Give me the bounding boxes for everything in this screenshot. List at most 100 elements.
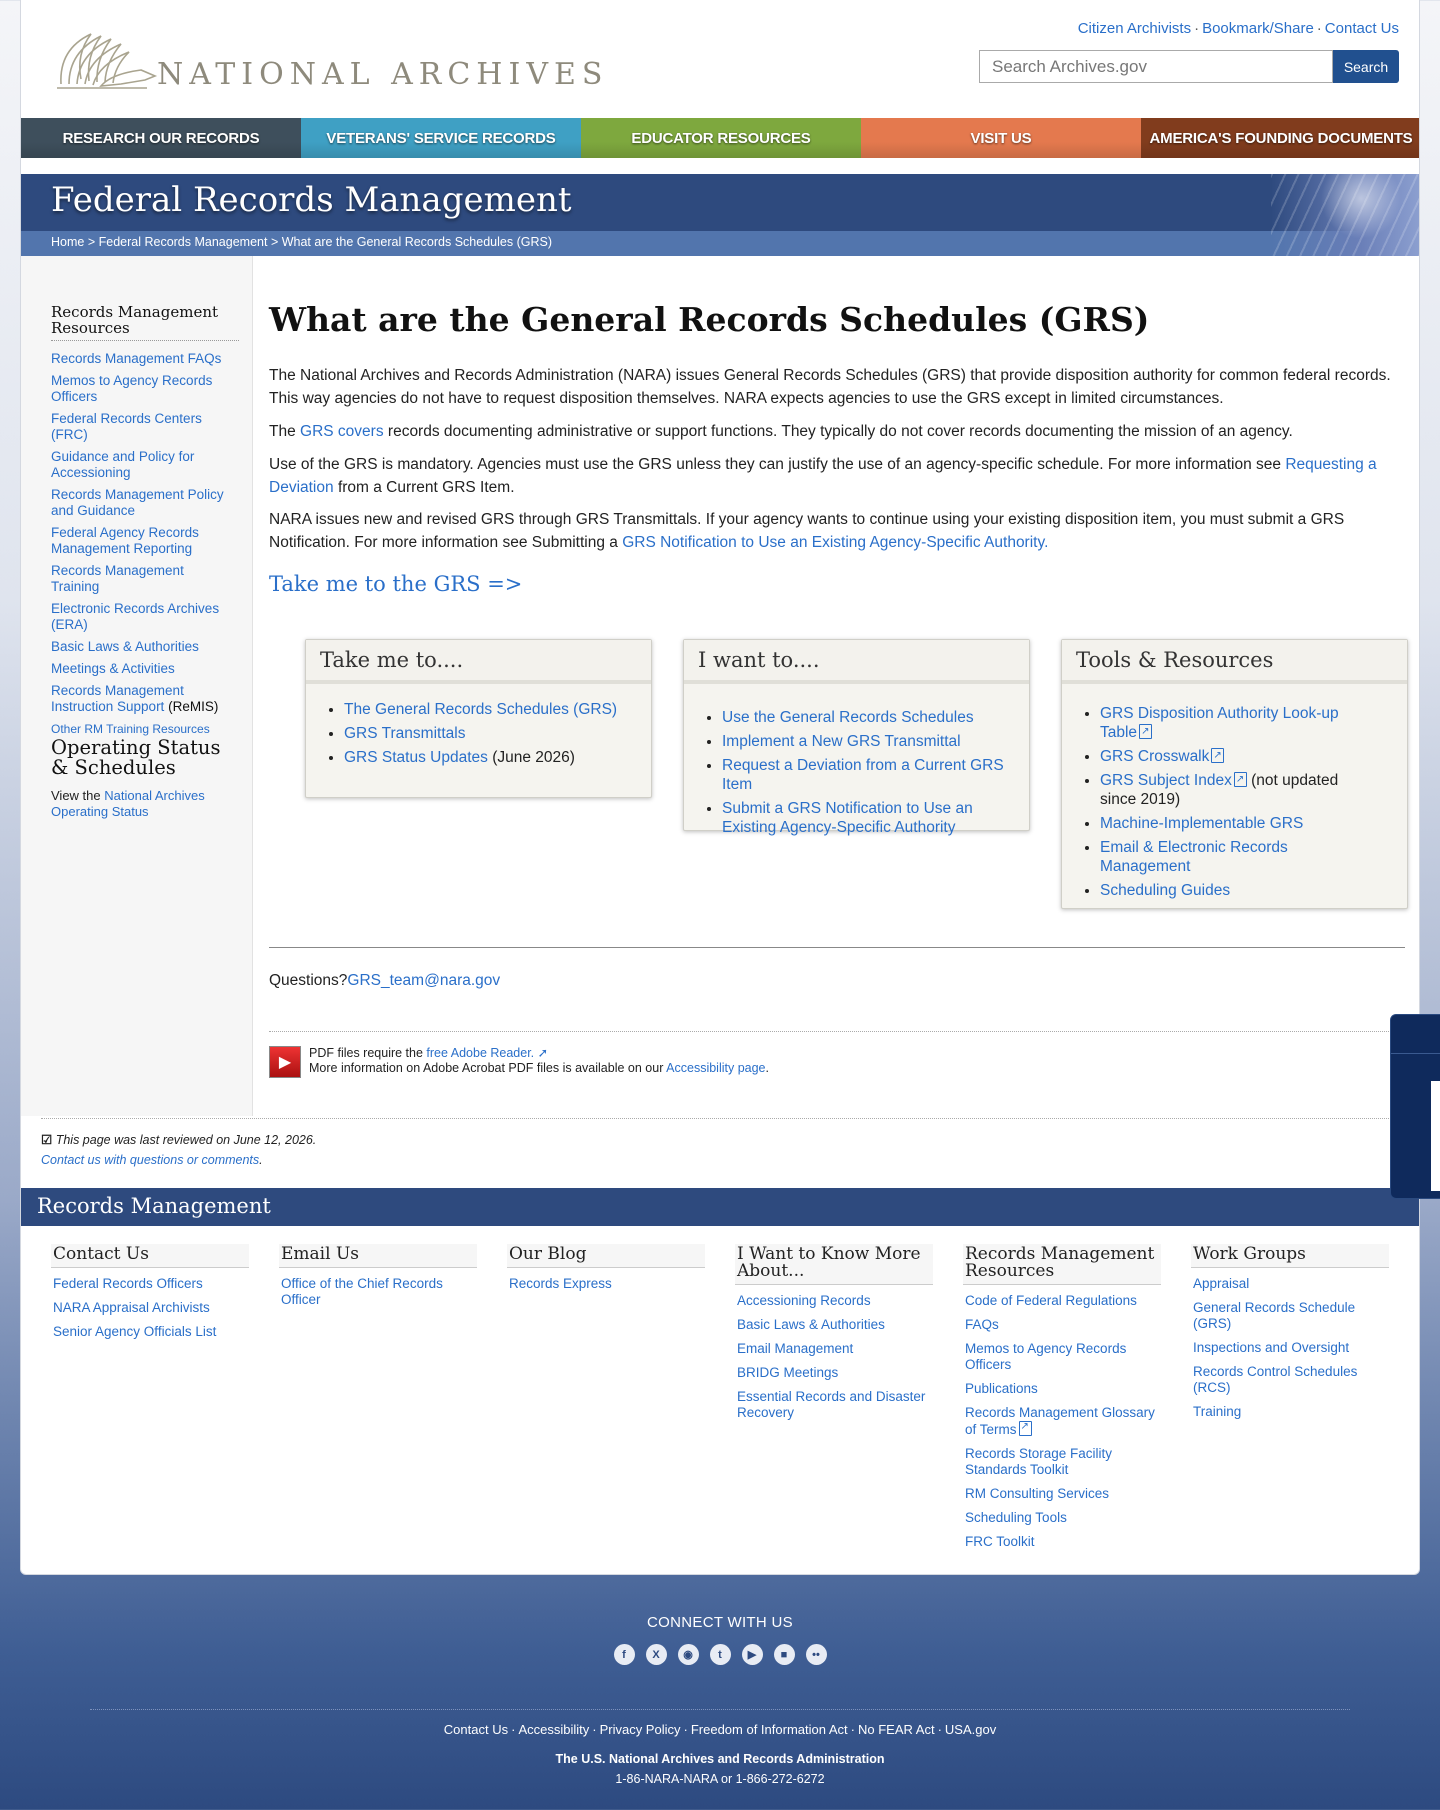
footer-link[interactable]: Essential Records and Disaster Recovery [737,1389,925,1420]
feedback-side-tab[interactable] [1390,1014,1440,1199]
footer-link[interactable]: Records Control Schedules (RCS) [1193,1364,1357,1395]
footer-column-title: Email Us [279,1244,477,1268]
footer-link[interactable]: Office of the Chief Records Officer [281,1276,443,1307]
flickr-icon[interactable]: •• [805,1644,827,1665]
footer-link[interactable]: Federal Records Officers [53,1276,203,1291]
x-icon[interactable]: X [645,1644,667,1665]
grs-subject-index-link[interactable]: GRS Subject Index [1100,772,1232,789]
footer-link[interactable]: Code of Federal Regulations [965,1293,1137,1308]
breadcrumb-federal-records-management[interactable]: Federal Records Management [99,235,268,249]
request-deviation-link[interactable]: Request a Deviation from a Current GRS I… [722,757,1004,793]
sidebar-item-memos[interactable]: Memos to Agency Records Officers [51,373,212,404]
nav-veterans-service-records[interactable]: Veterans' Service Records [301,118,581,158]
sidebar-item-other-training[interactable]: Other RM Training Resources [51,722,210,736]
take-me-to-grs-link[interactable]: Take me to the GRS => [269,572,522,596]
page-container: NATIONAL ARCHIVES Citizen Archivists · Boo… [20,0,1420,1575]
grs-crosswalk-link[interactable]: GRS Crosswalk [1100,748,1209,765]
footer-link[interactable]: FRC Toolkit [965,1534,1035,1549]
search-button[interactable]: Search [1333,50,1399,83]
grs-transmittals-link[interactable]: GRS Transmittals [344,725,465,742]
submit-notification-link[interactable]: Submit a GRS Notification to Use an Exis… [722,800,973,836]
nav-visit-us[interactable]: Visit Us [861,118,1141,158]
sidebar-item-remis[interactable]: Records Management Instruction Support [51,683,184,714]
footer-no-fear-link[interactable]: No FEAR Act [858,1722,935,1737]
scheduling-guides-link[interactable]: Scheduling Guides [1100,882,1230,899]
footer-contact-us-link[interactable]: Contact Us [444,1722,508,1737]
implement-transmittal-link[interactable]: Implement a New GRS Transmittal [722,733,961,750]
sidebar-item-policy[interactable]: Records Management Policy and Guidance [51,487,224,518]
grs-team-email-link[interactable]: GRS_team@nara.gov [347,972,500,989]
blog-icon[interactable]: ■ [773,1644,795,1665]
logo-wordmark: NATIONAL ARCHIVES [157,57,609,92]
footer-link[interactable]: General Records Schedule (GRS) [1193,1300,1355,1331]
footer-link[interactable]: Accessioning Records [737,1293,871,1308]
footer-link[interactable]: Email Management [737,1341,853,1356]
footer-link[interactable]: Basic Laws & Authorities [737,1317,885,1332]
sidebar-item-frc[interactable]: Federal Records Centers (FRC) [51,411,202,442]
footer-link[interactable]: Appraisal [1193,1276,1249,1291]
sidebar-item-accessioning[interactable]: Guidance and Policy for Accessioning [51,449,194,480]
pdf-file-icon [1018,1419,1032,1436]
footer-link[interactable]: Senior Agency Officials List [53,1324,216,1339]
operating-status-prefix: View the [51,788,101,803]
national-archives-logo[interactable]: NATIONAL ARCHIVES [51,24,608,94]
sidebar-item-basic-laws[interactable]: Basic Laws & Authorities [51,639,199,654]
last-reviewed-text: This page was last reviewed on June 12, … [55,1133,317,1147]
footer-link[interactable]: Training [1193,1404,1241,1419]
box-title: Tools & Resources [1062,640,1407,684]
machine-implementable-grs-link[interactable]: Machine-Implementable GRS [1100,815,1303,832]
grs-notification-link[interactable]: GRS Notification to Use an Existing Agen… [622,534,1048,551]
footer-accessibility-link[interactable]: Accessibility [518,1722,589,1737]
section-divider [269,947,1405,948]
footer-link[interactable]: Records Express [509,1276,612,1291]
section-title: Federal Records Management [51,180,572,220]
footer-link[interactable]: Publications [965,1381,1038,1396]
nav-research-our-records[interactable]: Research Our Records [21,118,301,158]
youtube-icon[interactable]: ▶ [741,1644,763,1665]
footer-usa-gov-link[interactable]: USA.gov [945,1722,996,1737]
footer-column-title: I Want to Know More About... [735,1244,933,1285]
grs-covers-link[interactable]: GRS covers [300,423,384,440]
footer-privacy-link[interactable]: Privacy Policy [600,1722,681,1737]
sidebar-resources-heading: Records Management Resources [51,304,239,341]
footer-link[interactable]: Memos to Agency Records Officers [965,1341,1126,1372]
email-electronic-records-link[interactable]: Email & Electronic Records Management [1100,839,1288,875]
sidebar-item-era[interactable]: Electronic Records Archives (ERA) [51,601,219,632]
tools-resources-box: Tools & Resources GRS Disposition Author… [1061,639,1408,909]
footer-link[interactable]: Records Management Glossary of Terms [965,1405,1155,1437]
footer-link[interactable]: RM Consulting Services [965,1486,1109,1501]
sidebar-item-rm-faqs[interactable]: Records Management FAQs [51,351,221,366]
tumblr-icon[interactable]: t [709,1644,731,1665]
facebook-icon[interactable]: f [613,1644,635,1665]
instagram-icon[interactable]: ◉ [677,1644,699,1665]
footer-column-blog: Our Blog Records Express [507,1244,705,1308]
contact-us-link[interactable]: Contact Us [1325,20,1399,37]
grs-status-updates-link[interactable]: GRS Status Updates [344,749,488,766]
footer-link[interactable]: Inspections and Oversight [1193,1340,1349,1355]
footer-link[interactable]: FAQs [965,1317,999,1332]
breadcrumb-home[interactable]: Home [51,235,84,249]
sidebar-item-reporting[interactable]: Federal Agency Records Management Report… [51,525,199,556]
text: from a Current GRS Item. [337,479,515,496]
disposition-lookup-link[interactable]: GRS Disposition Authority Look-up Table [1100,705,1339,741]
search-input[interactable]: Search Archives.gov [979,50,1333,83]
footer-link[interactable]: Records Storage Facility Standards Toolk… [965,1446,1112,1477]
footer-link[interactable]: Scheduling Tools [965,1510,1067,1525]
footer-link[interactable]: NARA Appraisal Archivists [53,1300,210,1315]
sidebar-item-training[interactable]: Records Management Training [51,563,184,594]
footer-legal-links: Contact Us · Accessibility · Privacy Policy ·… [443,1722,997,1737]
use-grs-link[interactable]: Use the General Records Schedules [722,709,974,726]
free-adobe-reader-link[interactable]: free Adobe Reader. [426,1046,534,1060]
bookmark-share-link[interactable]: Bookmark/Share [1202,20,1314,37]
contact-us-questions-link[interactable]: Contact us with questions or comments [41,1153,259,1167]
nav-educator-resources[interactable]: Educator Resources [581,118,861,158]
page-title: What are the General Records Schedules (… [269,300,1150,339]
accessibility-page-link[interactable]: Accessibility page [666,1061,765,1075]
footer-foia-link[interactable]: Freedom of Information Act [691,1722,848,1737]
sidebar-item-meetings[interactable]: Meetings & Activities [51,661,175,676]
grs-link[interactable]: The General Records Schedules (GRS) [344,701,617,718]
nav-founding-documents[interactable]: America's Founding Documents [1141,118,1419,158]
citizen-archivists-link[interactable]: Citizen Archivists [1078,20,1191,37]
footer-link[interactable]: BRIDG Meetings [737,1365,838,1380]
breadcrumb-current: What are the General Records Schedules (… [281,235,552,249]
